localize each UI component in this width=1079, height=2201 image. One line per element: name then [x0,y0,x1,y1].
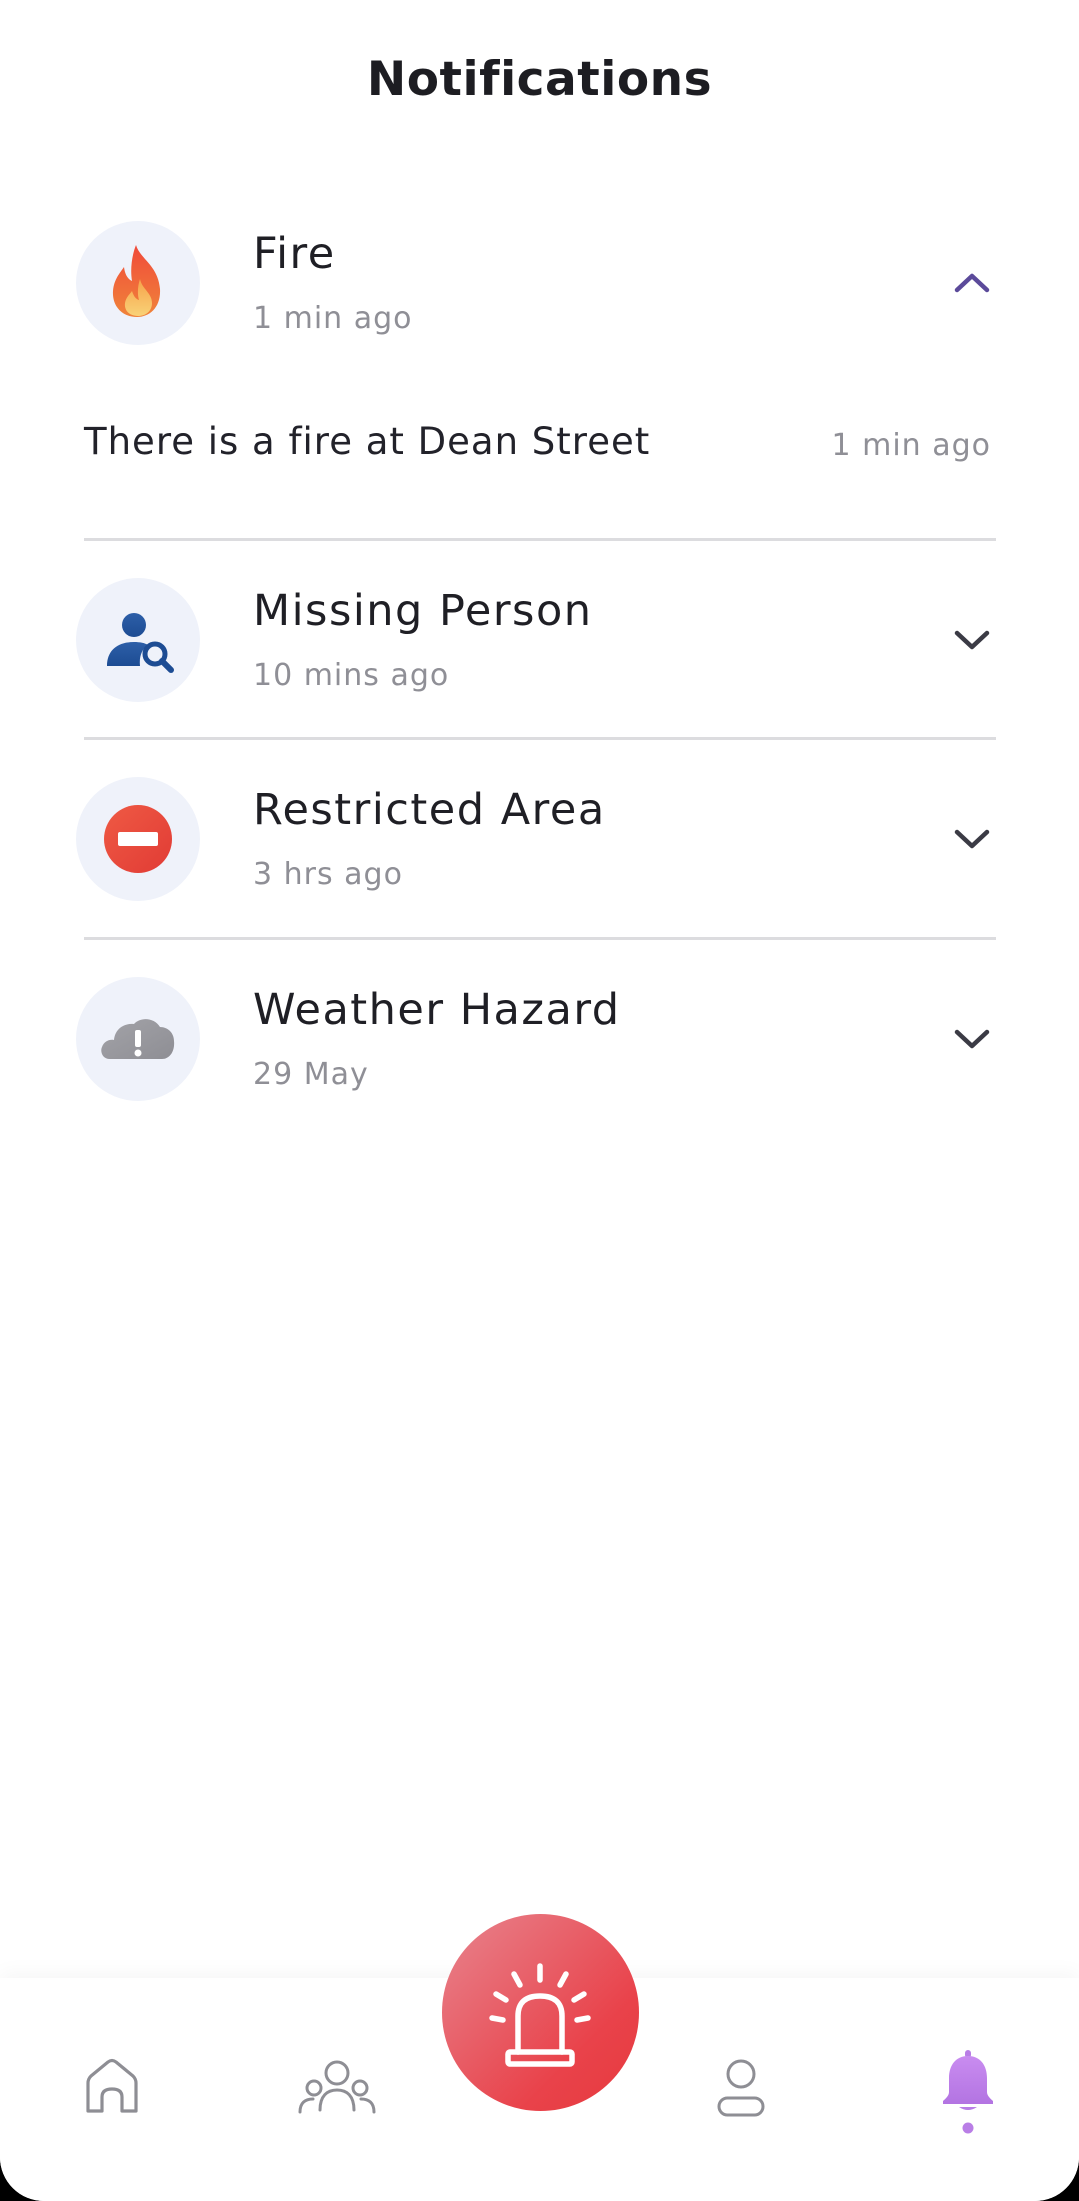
page-title: Notifications [366,52,713,107]
no-entry-icon-badge [76,777,200,901]
divider [84,538,996,541]
notification-header-restricted-area[interactable]: Restricted Area 3 hrs ago [0,777,1079,907]
nav-community-button[interactable] [296,2058,378,2118]
notification-time: 10 mins ago [253,658,450,693]
cloud-warning-icon-badge [76,977,200,1101]
chevron-down-icon[interactable] [948,1015,996,1063]
chevron-down-icon[interactable] [948,815,996,863]
siren-icon [489,1963,591,2067]
nav-notifications-button[interactable] [938,2046,998,2136]
notification-title: Missing Person [253,586,593,636]
notification-title: Weather Hazard [253,985,621,1035]
no-entry-icon [104,805,172,873]
fire-icon-badge [76,221,200,345]
notification-title: Restricted Area [253,785,606,835]
home-icon [86,2058,138,2113]
alarm-button[interactable] [442,1914,639,2111]
cloud-warning-icon [101,1019,175,1059]
notification-title: Fire [253,229,336,279]
bell-icon [943,2050,993,2134]
chevron-up-icon[interactable] [948,259,996,307]
notification-header-fire[interactable]: Fire 1 min ago [0,221,1079,351]
notification-detail: There is a fire at Dean Street 1 min ago [84,418,991,470]
notifications-screen: Notifications Fire 1 min ago There is a … [0,0,1079,2201]
person-icon [717,2059,765,2117]
notification-detail-time: 1 min ago [831,428,991,463]
group-icon [298,2060,376,2114]
nav-home-button[interactable] [80,2055,144,2119]
person-search-icon-badge [76,578,200,702]
nav-profile-button[interactable] [714,2058,768,2120]
notification-time: 29 May [253,1057,369,1092]
fire-icon [112,245,161,317]
divider [84,737,996,740]
chevron-down-icon[interactable] [948,616,996,664]
notification-detail-text: There is a fire at Dean Street [84,420,651,463]
notification-header-weather-hazard[interactable]: Weather Hazard 29 May [0,977,1079,1107]
divider [84,937,996,940]
notification-header-missing-person[interactable]: Missing Person 10 mins ago [0,578,1079,708]
notification-time: 3 hrs ago [253,857,403,892]
person-search-icon [107,613,174,673]
notification-time: 1 min ago [253,301,413,336]
